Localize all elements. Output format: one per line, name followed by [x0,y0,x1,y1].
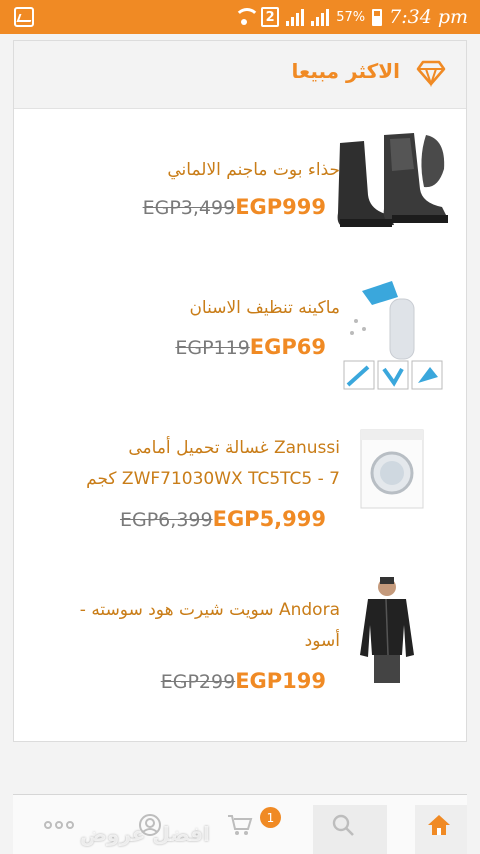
product-title[interactable]: Andora سويت شيرت هود سوسته - أسود [40,595,340,657]
best-sellers-card: الاكثر مبيعا حذاء بوت ماجنم الالماني EGP… [13,40,467,742]
product-price: EGP3,499 EGP999 [143,195,326,225]
home-button[interactable] [411,795,467,854]
clock: 7:34 pm [389,6,468,28]
section-header: الاكثر مبيعا [14,41,466,109]
product-item[interactable]: Andora سويت شيرت هود سوسته - أسود EGP299… [14,569,466,739]
product-old-price: EGP6,399 [120,509,213,531]
product-title[interactable]: حذاء بوت ماجنم الالماني [40,155,340,186]
gallery-notification-icon [14,7,34,27]
more-button[interactable] [31,795,87,854]
status-indicators: 2 57% 7:34 pm [234,0,468,34]
more-icon [44,821,74,829]
status-bar: 2 57% 7:34 pm [0,0,480,34]
product-title[interactable]: ماكينه تنظيف الاسنان [40,293,340,324]
section-title: الاكثر مبيعا [291,59,400,83]
sim-slot-badge: 2 [261,7,280,27]
product-old-price: EGP119 [175,337,250,359]
signal-icon [286,8,305,26]
product-image[interactable] [358,575,416,685]
product-new-price: EGP199 [235,669,326,693]
search-button[interactable] [313,795,373,854]
search-icon [332,814,354,836]
product-new-price: EGP5,999 [212,507,326,531]
product-old-price: EGP299 [160,671,236,693]
cart-icon [228,815,253,835]
product-image[interactable] [342,273,444,393]
banner-text: افضل عروض [80,822,210,846]
battery-icon [372,8,383,26]
product-new-price: EGP69 [249,335,326,359]
product-image[interactable] [360,429,424,509]
product-old-price: EGP3,499 [142,197,236,219]
home-icon [428,815,450,835]
product-item[interactable]: ماكينه تنظيف الاسنان EGP119 EGP69 [14,259,466,419]
signal-icon-2 [311,8,330,26]
product-new-price: EGP999 [235,195,326,219]
product-item[interactable]: Zanussi غسالة تحميل أمامى ZWF71030WX TC5… [14,419,466,569]
diamond-icon [416,60,446,87]
product-price: EGP299 EGP199 [161,669,326,699]
cart-count-badge: 1 [260,807,281,828]
wifi-icon [234,8,261,26]
cart-button[interactable] [217,795,263,854]
product-price: EGP6,399 EGP5,999 [120,507,326,537]
product-item[interactable]: حذاء بوت ماجنم الالماني EGP3,499 EGP999 [14,109,466,259]
product-image[interactable] [334,129,452,233]
product-price: EGP119 EGP69 [175,335,326,365]
product-title[interactable]: Zanussi غسالة تحميل أمامى ZWF71030WX TC5… [40,433,340,495]
battery-percent: 57% [336,9,366,25]
